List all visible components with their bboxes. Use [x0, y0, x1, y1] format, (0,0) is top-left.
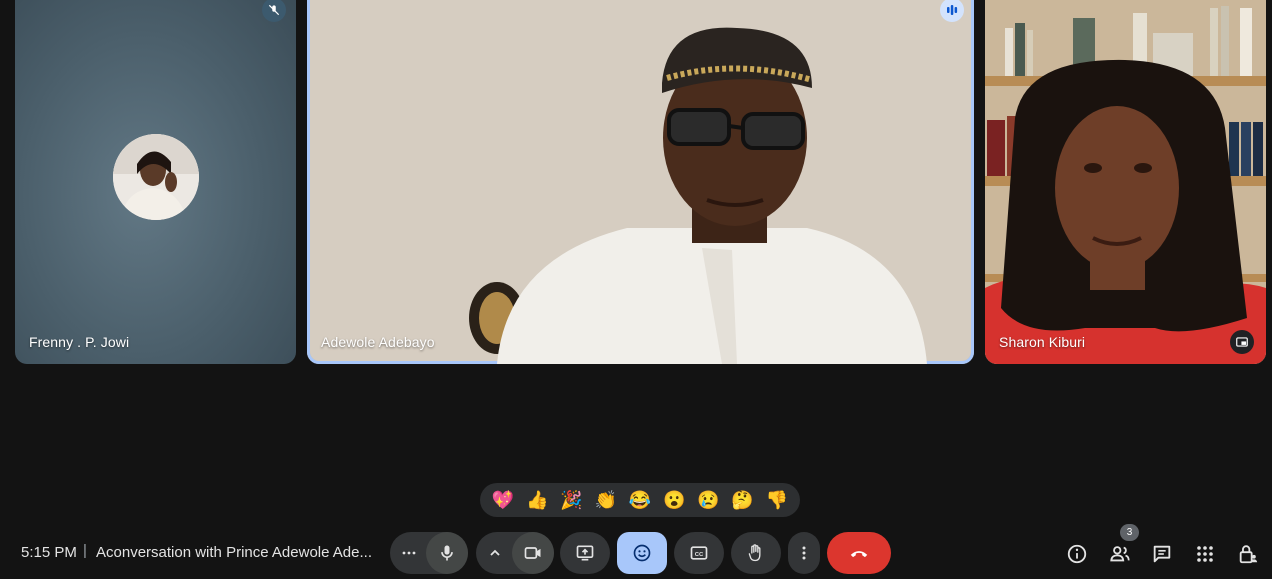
participant-name: Sharon Kiburi — [999, 334, 1086, 350]
reaction-sparkling-heart[interactable]: 💖 — [489, 486, 517, 514]
reaction-surprised[interactable]: 😮 — [660, 486, 688, 514]
info-icon — [1067, 544, 1087, 564]
participant-tile-frenny[interactable]: Frenny . P. Jowi — [15, 0, 296, 364]
raise-hand-icon — [748, 544, 761, 562]
reactions-button[interactable] — [617, 532, 667, 574]
reaction-thumbs-down[interactable]: 👎 — [763, 486, 791, 514]
chat-button[interactable] — [1149, 541, 1175, 567]
participant-tile-sharon[interactable]: Sharon Kiburi — [985, 0, 1266, 364]
participant-tile-adewole[interactable]: Adewole Adebayo — [307, 0, 974, 364]
reaction-crying[interactable]: 😢 — [694, 486, 722, 514]
present-screen-icon — [576, 545, 594, 561]
more-vertical-icon — [802, 546, 806, 560]
chat-icon — [1153, 545, 1171, 563]
meeting-clock: 5:15 PM — [21, 544, 77, 561]
participant-video — [985, 0, 1266, 364]
camera-button[interactable] — [512, 532, 554, 574]
chevron-up-icon — [490, 549, 500, 556]
video-control-group — [476, 532, 554, 574]
audio-options-button[interactable] — [390, 532, 428, 574]
people-button[interactable] — [1107, 541, 1133, 567]
video-camera-icon — [524, 547, 541, 559]
footer-separator: | — [83, 542, 87, 559]
reactions-bar: 💖 👍 🎉 👏 😂 😮 😢 🤔 👎 — [480, 483, 800, 517]
participant-name: Frenny . P. Jowi — [29, 334, 130, 350]
more-horizontal-icon — [402, 551, 416, 555]
participant-avatar — [113, 134, 199, 220]
activities-button[interactable] — [1192, 541, 1218, 567]
closed-captions-icon: CC — [690, 546, 708, 560]
present-screen-button[interactable] — [560, 532, 610, 574]
reaction-clapping[interactable]: 👏 — [592, 486, 620, 514]
reaction-party-popper[interactable]: 🎉 — [558, 486, 586, 514]
microphone-icon — [441, 545, 453, 561]
microphone-button[interactable] — [426, 532, 468, 574]
reaction-thumbs-up[interactable]: 👍 — [523, 486, 551, 514]
apps-grid-icon — [1197, 546, 1213, 562]
people-count-badge: 3 — [1120, 524, 1139, 541]
picture-in-picture-icon[interactable] — [1230, 330, 1254, 354]
smiley-icon — [633, 544, 651, 562]
muted-mic-icon — [262, 0, 286, 22]
video-options-button[interactable] — [476, 532, 514, 574]
meeting-title: Aconversation with Prince Adewole Ade... — [96, 544, 372, 561]
more-options-button[interactable] — [788, 532, 820, 574]
lock-person-icon — [1239, 545, 1258, 564]
participant-video — [310, 0, 971, 364]
participant-name: Adewole Adebayo — [321, 334, 435, 350]
leave-call-button[interactable] — [827, 532, 891, 574]
captions-button[interactable]: CC — [674, 532, 724, 574]
reaction-thinking[interactable]: 🤔 — [729, 486, 757, 514]
hang-up-icon — [850, 551, 868, 558]
host-controls-button[interactable] — [1235, 541, 1261, 567]
people-icon — [1110, 546, 1130, 562]
meeting-details-button[interactable] — [1064, 541, 1090, 567]
reaction-laughing[interactable]: 😂 — [626, 486, 654, 514]
raise-hand-button[interactable] — [731, 532, 781, 574]
svg-text:CC: CC — [695, 552, 704, 558]
audio-control-group — [390, 532, 468, 574]
